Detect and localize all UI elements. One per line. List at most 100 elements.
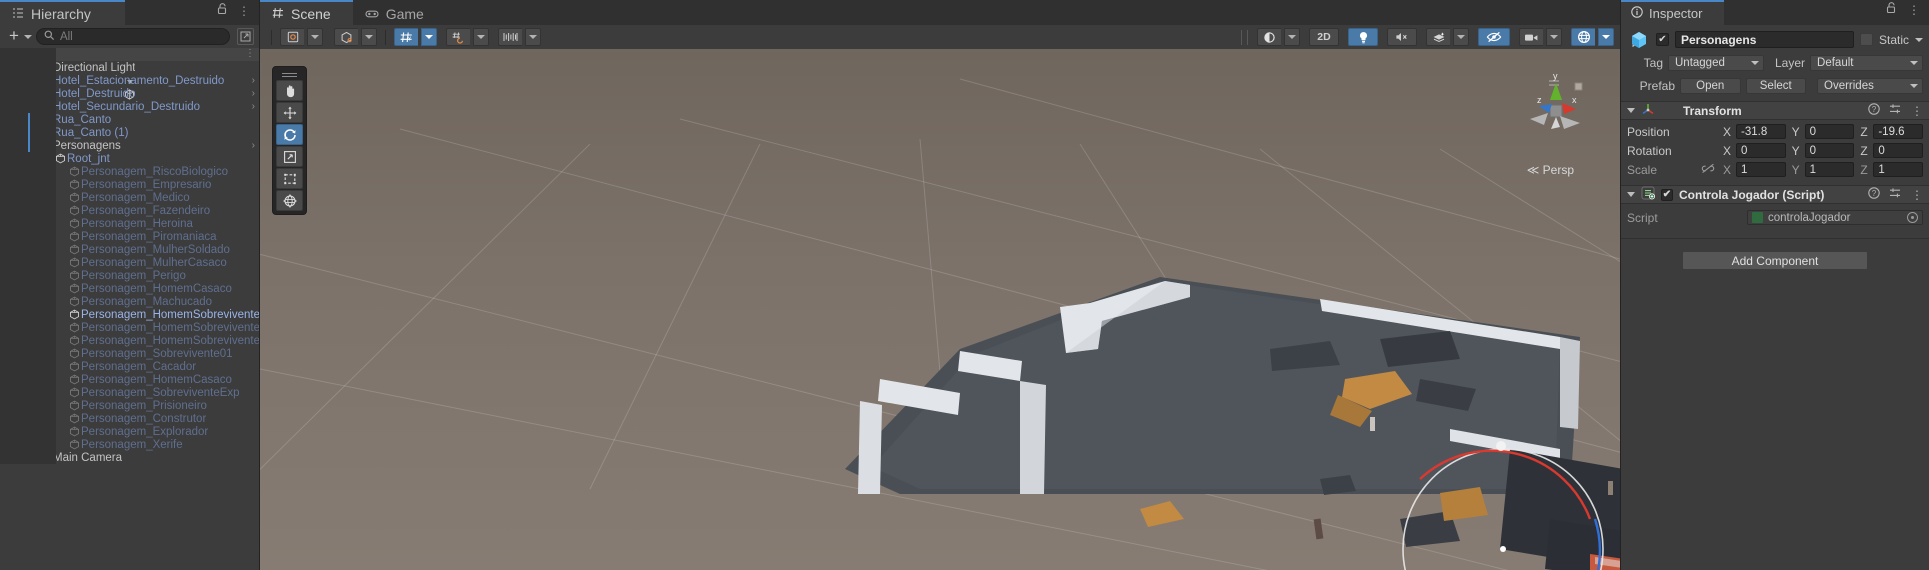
scene-view-gizmo[interactable]: y x z [1520, 67, 1590, 147]
hierarchy-item-personagem-homemcasaco[interactable]: Personagem_HomemCasaco [0, 282, 259, 295]
gameobject-name-input[interactable]: Personagens [1675, 31, 1854, 48]
scale-z-input[interactable]: 1 [1873, 162, 1924, 177]
scale-tool-button[interactable] [276, 146, 303, 167]
kebab-menu-icon[interactable]: ⋮ [1911, 104, 1923, 118]
move-tool-button[interactable] [276, 102, 303, 123]
hand-tool-button[interactable] [276, 80, 303, 101]
grid-visibility-button[interactable]: Y [394, 28, 418, 46]
layer-dropdown[interactable]: Default [1810, 54, 1923, 71]
projection-mode-label[interactable]: ≪ Persp [1527, 163, 1574, 570]
gizmos-toggle-button[interactable] [1571, 28, 1595, 46]
hierarchy-item-personagem-sobrevivente01[interactable]: Personagem_Sobrevivente01 [0, 347, 259, 360]
fx-dropdown[interactable] [1453, 28, 1469, 46]
position-x-input[interactable]: -31.8 [1736, 124, 1786, 139]
chevron-right-icon[interactable]: › [252, 75, 255, 86]
scene-picker-icon[interactable] [237, 28, 254, 45]
hierarchy-item-personagens[interactable]: Personagens › [0, 139, 259, 152]
hidden-objects-button[interactable] [1478, 28, 1510, 46]
script-foldout-icon[interactable] [1627, 192, 1635, 197]
hierarchy-item-personagem-fazendeiro[interactable]: Personagem_Fazendeiro [0, 204, 259, 217]
tab-inspector[interactable]: Inspector [1621, 0, 1725, 25]
fx-button[interactable] [1426, 28, 1450, 46]
rotation-x-input[interactable]: 0 [1736, 143, 1786, 158]
tag-dropdown[interactable]: Untagged [1668, 54, 1764, 71]
scene-viewport[interactable]: y x z ≪ Persp [260, 49, 1620, 570]
position-y-input[interactable]: 0 [1804, 124, 1855, 139]
static-dropdown-icon[interactable] [1915, 37, 1923, 42]
snap-increment-dropdown[interactable] [473, 28, 489, 46]
shading-mode-button[interactable] [1257, 28, 1281, 46]
audio-toggle-button[interactable] [1387, 28, 1417, 46]
hierarchy-item-personagem-piromaniaca[interactable]: Personagem_Piromaniaca [0, 230, 259, 243]
tab-game[interactable]: Game [352, 0, 446, 25]
hierarchy-item-rua-canto[interactable]: Rua_Canto [0, 113, 259, 126]
script-enabled-checkbox[interactable]: ✔ [1661, 188, 1673, 201]
hierarchy-item-hotel-secundario-destruido[interactable]: Hotel_Secundario_Destruido › [0, 100, 259, 113]
hierarchy-item-personagem-mulhersoldado[interactable]: Personagem_MulherSoldado [0, 243, 259, 256]
hierarchy-item-personagem-medico[interactable]: Personagem_Medico [0, 191, 259, 204]
hierarchy-item-personagem-mulhercasaco[interactable]: Personagem_MulherCasaco [0, 256, 259, 269]
prefab-overrides-dropdown[interactable]: Overrides [1817, 77, 1923, 94]
position-z-input[interactable]: -19.6 [1873, 124, 1924, 139]
scene-kebab-icon[interactable]: ⋮ [245, 48, 255, 59]
ruler-dropdown[interactable] [525, 28, 541, 46]
hierarchy-item-personagem-prisioneiro[interactable]: Personagem_Prisioneiro [0, 399, 259, 412]
hierarchy-item-personagem-heroina[interactable]: Personagem_Heroina [0, 217, 259, 230]
hierarchy-item-personagem-xerife[interactable]: Personagem_Xerife [0, 438, 259, 451]
rotate-gizmo[interactable] [260, 49, 1620, 570]
search-input[interactable]: All [35, 28, 230, 45]
hierarchy-item-personagem-homemsobrevivente01[interactable]: Personagem_HomemSobrevivente01 [0, 321, 259, 334]
kebab-menu-icon[interactable]: ⋮ [238, 4, 250, 18]
hierarchy-item-personagem-riscobiologico[interactable]: Personagem_RiscoBiologico [0, 165, 259, 178]
hierarchy-item-main-camera[interactable]: Main Camera [0, 451, 259, 464]
lock-open-icon[interactable] [217, 2, 228, 20]
prefab-open-button[interactable]: Open [1680, 77, 1741, 94]
gameobject-enabled-checkbox[interactable]: ✔ [1656, 33, 1669, 46]
add-component-button[interactable]: Add Component [1682, 251, 1868, 270]
help-icon[interactable]: ? [1868, 103, 1880, 118]
lighting-toggle-button[interactable] [1348, 28, 1378, 46]
transform-tool-button[interactable] [276, 190, 303, 211]
link-off-icon[interactable] [1701, 161, 1723, 179]
hierarchy-item-root-jnt[interactable]: Root_jnt [0, 152, 259, 165]
scale-x-input[interactable]: 1 [1736, 162, 1786, 177]
rotate-tool-button[interactable] [276, 124, 303, 145]
overlay-drag-handle[interactable] [276, 70, 303, 79]
hierarchy-item-personagem-homemsobrevivente[interactable]: Personagem_HomemSobrevivente [0, 308, 259, 321]
prefab-select-button[interactable]: Select [1745, 77, 1806, 94]
chevron-right-icon[interactable]: › [252, 101, 255, 112]
chevron-down-icon[interactable] [23, 34, 32, 39]
hierarchy-item-personagem-empresario[interactable]: Personagem_Empresario [0, 178, 259, 191]
preset-icon[interactable] [1889, 187, 1902, 202]
gizmos-toggle-dropdown[interactable] [1598, 28, 1614, 46]
chevron-right-icon[interactable]: › [252, 140, 255, 151]
hierarchy-item-directional-light[interactable]: Directional Light [0, 61, 259, 74]
hierarchy-item-personagem-machucado[interactable]: Personagem_Machucado [0, 295, 259, 308]
transform-component-header[interactable]: Transform ? ⋮ [1621, 101, 1929, 120]
draw-mode-dropdown[interactable] [307, 28, 323, 46]
rotation-z-input[interactable]: 0 [1873, 143, 1924, 158]
tab-scene[interactable]: Scene [260, 0, 353, 25]
shading-mode-dropdown[interactable] [1284, 28, 1300, 46]
script-object-field[interactable]: controlaJogador [1747, 210, 1923, 225]
hierarchy-item-rua-canto-1[interactable]: Rua_Canto (1) [0, 126, 259, 139]
hierarchy-item-personagem-explorador[interactable]: Personagem_Explorador [0, 425, 259, 438]
scene-camera-button[interactable] [1519, 28, 1543, 46]
gizmos-cube-dropdown[interactable] [361, 28, 377, 46]
hierarchy-item-personagem-sobreviventeexp[interactable]: Personagem_SobreviventeExp [0, 386, 259, 399]
gizmos-cube-button[interactable] [334, 28, 358, 46]
static-checkbox[interactable] [1859, 33, 1873, 46]
hierarchy-item-personagem-construtor[interactable]: Personagem_Construtor [0, 412, 259, 425]
rotation-y-input[interactable]: 0 [1804, 143, 1855, 158]
draw-mode-button[interactable] [280, 28, 304, 46]
chevron-right-icon[interactable]: › [252, 88, 255, 99]
hierarchy-scene-row[interactable]: game* ⋮ [0, 48, 259, 100]
scale-y-input[interactable]: 1 [1804, 162, 1855, 177]
snap-increment-button[interactable] [446, 28, 470, 46]
scene-camera-dropdown[interactable] [1546, 28, 1562, 46]
hierarchy-item-hotel-estacionamento-destruido[interactable]: Hotel_Estacionamento_Destruido › [0, 74, 259, 87]
grid-visibility-dropdown[interactable] [421, 28, 437, 46]
kebab-menu-icon[interactable]: ⋮ [1908, 3, 1920, 17]
rect-tool-button[interactable] [276, 168, 303, 189]
hierarchy-item-personagem-homemsobrevivente02[interactable]: Personagem_HomemSobrevivente02 [0, 334, 259, 347]
